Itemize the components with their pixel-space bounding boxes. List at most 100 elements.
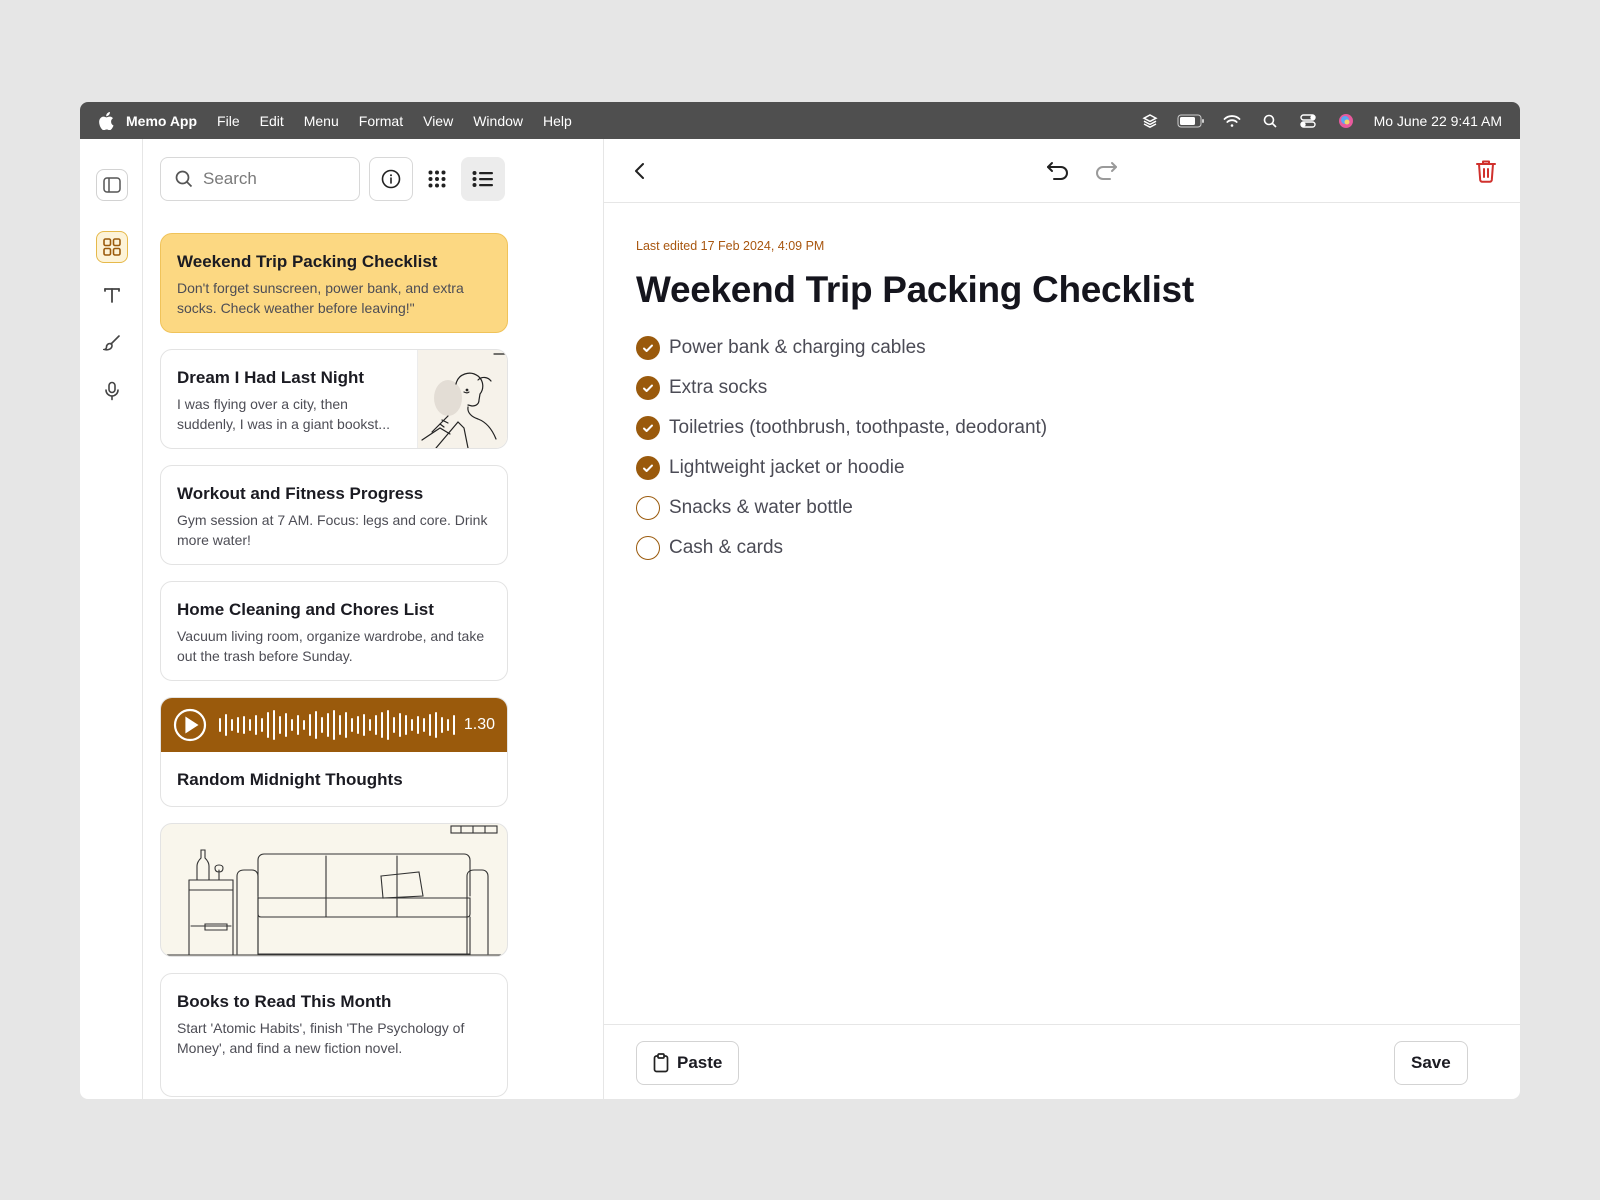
waveform-bar bbox=[339, 715, 341, 735]
checklist-item-label[interactable]: Power bank & charging cables bbox=[669, 337, 926, 359]
play-icon[interactable] bbox=[173, 708, 207, 742]
note-card[interactable] bbox=[160, 823, 508, 957]
note-card[interactable]: 1.30 Random Midnight Thoughts bbox=[160, 697, 508, 807]
search-input[interactable] bbox=[203, 169, 343, 189]
grid-view-button[interactable] bbox=[415, 157, 459, 201]
menu-menu[interactable]: Menu bbox=[304, 113, 339, 129]
search-icon[interactable] bbox=[1258, 111, 1282, 131]
menu-file[interactable]: File bbox=[217, 113, 240, 129]
undo-icon bbox=[1046, 160, 1070, 182]
waveform-bar bbox=[375, 715, 377, 735]
note-card[interactable]: Books to Read This Month Start 'Atomic H… bbox=[160, 973, 508, 1097]
app-window: Memo App File Edit Menu Format View Wind… bbox=[80, 102, 1520, 1099]
checklist-item-label[interactable]: Lightweight jacket or hoodie bbox=[669, 457, 905, 479]
waveform-bar bbox=[315, 711, 317, 739]
redo-button[interactable] bbox=[1090, 157, 1122, 185]
paste-button[interactable]: Paste bbox=[636, 1041, 740, 1085]
grid-tool-button[interactable] bbox=[96, 231, 128, 263]
checkbox-unchecked-icon[interactable] bbox=[636, 496, 660, 520]
delete-button[interactable] bbox=[1470, 157, 1502, 185]
waveform-bar bbox=[423, 718, 425, 732]
note-preview: Vacuum living room, organize wardrobe, a… bbox=[177, 628, 485, 664]
grid-view-icon bbox=[427, 169, 447, 189]
tool-rail bbox=[80, 139, 143, 1099]
layers-icon[interactable] bbox=[1138, 111, 1162, 131]
waveform-bar bbox=[387, 710, 389, 740]
checklist-item-label[interactable]: Snacks & water bottle bbox=[669, 497, 853, 519]
microphone-icon bbox=[103, 381, 121, 401]
trash-icon bbox=[1475, 159, 1497, 183]
checkbox-checked-icon[interactable] bbox=[636, 456, 660, 480]
back-icon bbox=[634, 162, 646, 180]
waveform-bar bbox=[429, 714, 431, 736]
note-heading[interactable]: Weekend Trip Packing Checklist bbox=[636, 269, 1194, 311]
checklist-item-label[interactable]: Cash & cards bbox=[669, 537, 783, 559]
sofa-sketch-image bbox=[161, 824, 507, 956]
checkbox-checked-icon[interactable] bbox=[636, 376, 660, 400]
note-title: Dream I Had Last Night bbox=[177, 368, 365, 387]
note-title: Home Cleaning and Chores List bbox=[177, 600, 434, 619]
waveform-bar bbox=[255, 715, 257, 735]
menu-format[interactable]: Format bbox=[359, 113, 403, 129]
sidebar-toggle-button[interactable] bbox=[96, 169, 128, 201]
note-preview: Don't forget sunscreen, power bank, and … bbox=[177, 280, 464, 316]
waveform-bar bbox=[267, 712, 269, 738]
note-preview: Start 'Atomic Habits', finish 'The Psych… bbox=[177, 1020, 465, 1056]
checklist-item: Extra socks bbox=[636, 368, 1047, 408]
checklist-item: Power bank & charging cables bbox=[636, 328, 1047, 368]
save-label: Save bbox=[1411, 1053, 1451, 1072]
note-card[interactable]: Home Cleaning and Chores List Vacuum liv… bbox=[160, 581, 508, 681]
search-icon bbox=[175, 170, 193, 188]
checkbox-checked-icon[interactable] bbox=[636, 336, 660, 360]
note-preview: Gym session at 7 AM. Focus: legs and cor… bbox=[177, 512, 488, 548]
audio-duration: 1.30 bbox=[463, 716, 495, 733]
menu-edit[interactable]: Edit bbox=[260, 113, 284, 129]
search-box[interactable] bbox=[160, 157, 360, 201]
waveform-bar bbox=[237, 717, 239, 733]
checklist-item: Snacks & water bottle bbox=[636, 488, 1047, 528]
checkbox-checked-icon[interactable] bbox=[636, 416, 660, 440]
waveform-bar bbox=[447, 719, 449, 731]
menu-help[interactable]: Help bbox=[543, 113, 572, 129]
control-center-icon[interactable] bbox=[1296, 111, 1320, 131]
editor-footer: Paste Save bbox=[604, 1024, 1520, 1099]
brush-tool-button[interactable] bbox=[96, 327, 128, 359]
apple-icon[interactable] bbox=[98, 111, 116, 130]
app-name-menu[interactable]: Memo App bbox=[126, 113, 197, 129]
note-title: Workout and Fitness Progress bbox=[177, 484, 424, 503]
waveform-bar bbox=[297, 715, 299, 735]
waveform-bar bbox=[441, 717, 443, 733]
menu-view[interactable]: View bbox=[423, 113, 453, 129]
waveform-bar bbox=[279, 716, 281, 734]
info-button[interactable] bbox=[369, 157, 413, 201]
checklist-item: Lightweight jacket or hoodie bbox=[636, 448, 1047, 488]
checklist-item-label[interactable]: Toiletries (toothbrush, toothpaste, deod… bbox=[669, 417, 1047, 439]
waveform-bar bbox=[219, 718, 221, 732]
checklist-item-label[interactable]: Extra socks bbox=[669, 377, 767, 399]
waveform-bar bbox=[435, 712, 437, 738]
last-edited-label: Last edited 17 Feb 2024, 4:09 PM bbox=[636, 239, 825, 253]
microphone-tool-button[interactable] bbox=[96, 375, 128, 407]
checkbox-unchecked-icon[interactable] bbox=[636, 536, 660, 560]
waveform-bar bbox=[321, 717, 323, 733]
sidebar-toggle-icon bbox=[103, 177, 121, 193]
save-button[interactable]: Save bbox=[1394, 1041, 1468, 1085]
note-card[interactable]: Weekend Trip Packing Checklist Don't for… bbox=[160, 233, 508, 333]
siri-icon[interactable] bbox=[1334, 111, 1358, 131]
audio-waveform[interactable] bbox=[219, 705, 455, 745]
battery-icon[interactable] bbox=[1176, 111, 1206, 131]
checklist: Power bank & charging cables Extra socks… bbox=[636, 328, 1047, 568]
list-view-button[interactable] bbox=[461, 157, 505, 201]
menubar-clock[interactable]: Mo June 22 9:41 AM bbox=[1374, 113, 1502, 129]
waveform-bar bbox=[333, 710, 335, 740]
waveform-bar bbox=[225, 714, 227, 736]
wifi-icon[interactable] bbox=[1220, 111, 1244, 131]
text-tool-button[interactable] bbox=[96, 279, 128, 311]
undo-button[interactable] bbox=[1042, 157, 1074, 185]
back-button[interactable] bbox=[624, 157, 656, 185]
note-card[interactable]: Workout and Fitness Progress Gym session… bbox=[160, 465, 508, 565]
note-card[interactable]: Dream I Had Last Night I was flying over… bbox=[160, 349, 508, 449]
checklist-item: Toiletries (toothbrush, toothpaste, deod… bbox=[636, 408, 1047, 448]
menu-window[interactable]: Window bbox=[473, 113, 523, 129]
sketch-thumbnail bbox=[417, 350, 507, 448]
